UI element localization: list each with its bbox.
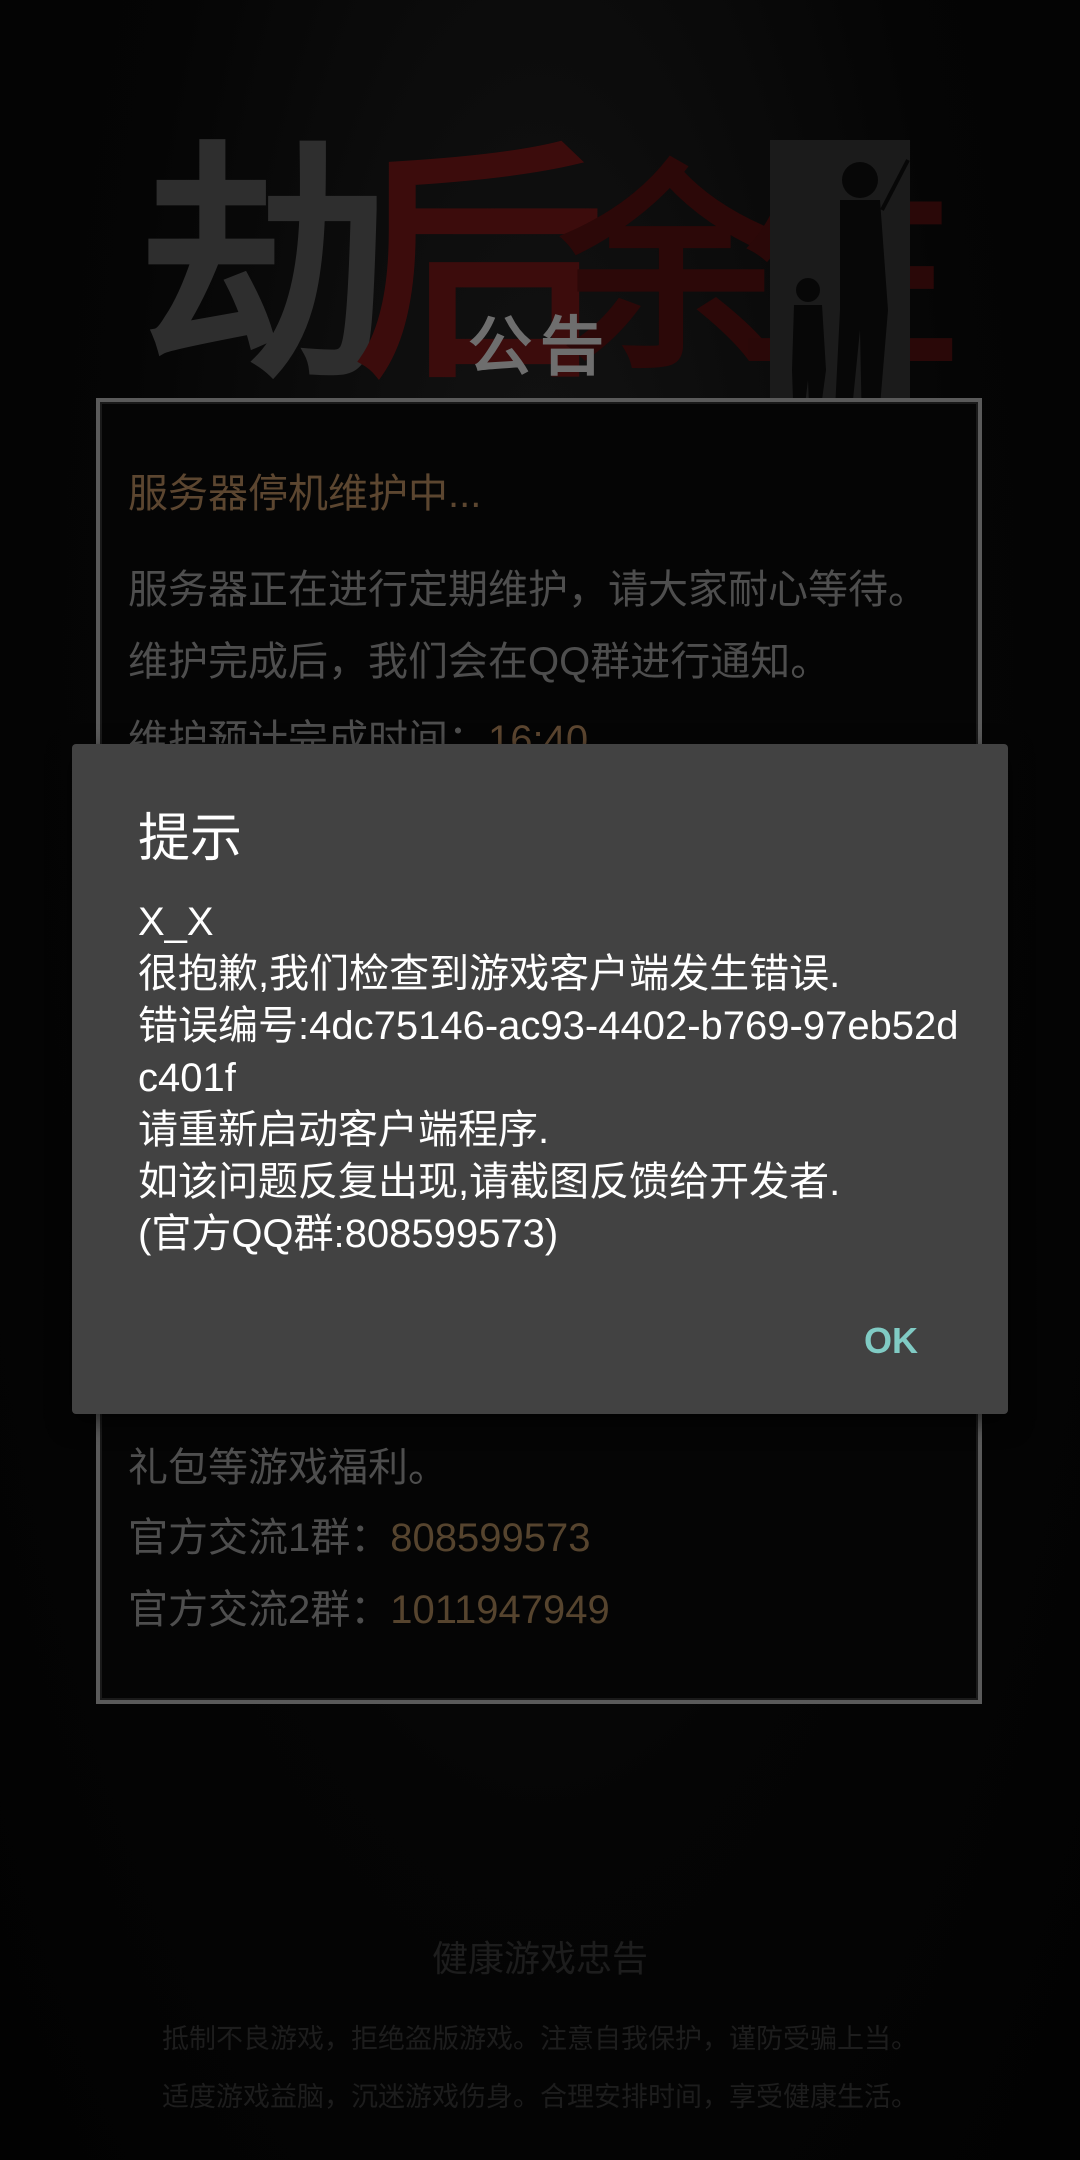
- notice-body: 服务器正在进行定期维护，请大家耐心等待。维护完成后，我们会在QQ群进行通知。: [128, 568, 928, 684]
- group2-value: 1011947949: [390, 1588, 610, 1632]
- group1-value: 808599573: [390, 1516, 591, 1560]
- notice-heading: 服务器停机维护中...: [128, 472, 482, 516]
- notice-gifts: 礼包等游戏福利。: [128, 1446, 448, 1490]
- dialog-message: X_X 很抱歉,我们检查到游戏客户端发生错误. 错误编号:4dc75146-ac…: [138, 900, 959, 1256]
- notice-group-2: 官方交流2群：1011947949: [128, 1574, 950, 1646]
- notice-group-1: 官方交流1群：808599573: [128, 1502, 950, 1574]
- dialog-title: 提示: [138, 810, 243, 868]
- health-advisory: 健康游戏忠告 抵制不良游戏，拒绝盗版游戏。注意自我保护，谨防受骗上当。 适度游戏…: [0, 1930, 1080, 2126]
- notice-title: 公告: [468, 311, 612, 383]
- group1-label: 官方交流1群：: [128, 1516, 391, 1560]
- group2-label: 官方交流2群：: [128, 1588, 391, 1632]
- health-line-1: 抵制不良游戏，拒绝盗版游戏。注意自我保护，谨防受骗上当。: [162, 2024, 918, 2054]
- error-dialog: 提示 X_X 很抱歉,我们检查到游戏客户端发生错误. 错误编号:4dc75146…: [72, 744, 1008, 1414]
- ok-button[interactable]: OK: [850, 1310, 932, 1372]
- health-line-2: 适度游戏益脑，沉迷游戏伤身。合理安排时间，享受健康生活。: [162, 2082, 918, 2112]
- health-title: 健康游戏忠告: [431, 1938, 648, 1979]
